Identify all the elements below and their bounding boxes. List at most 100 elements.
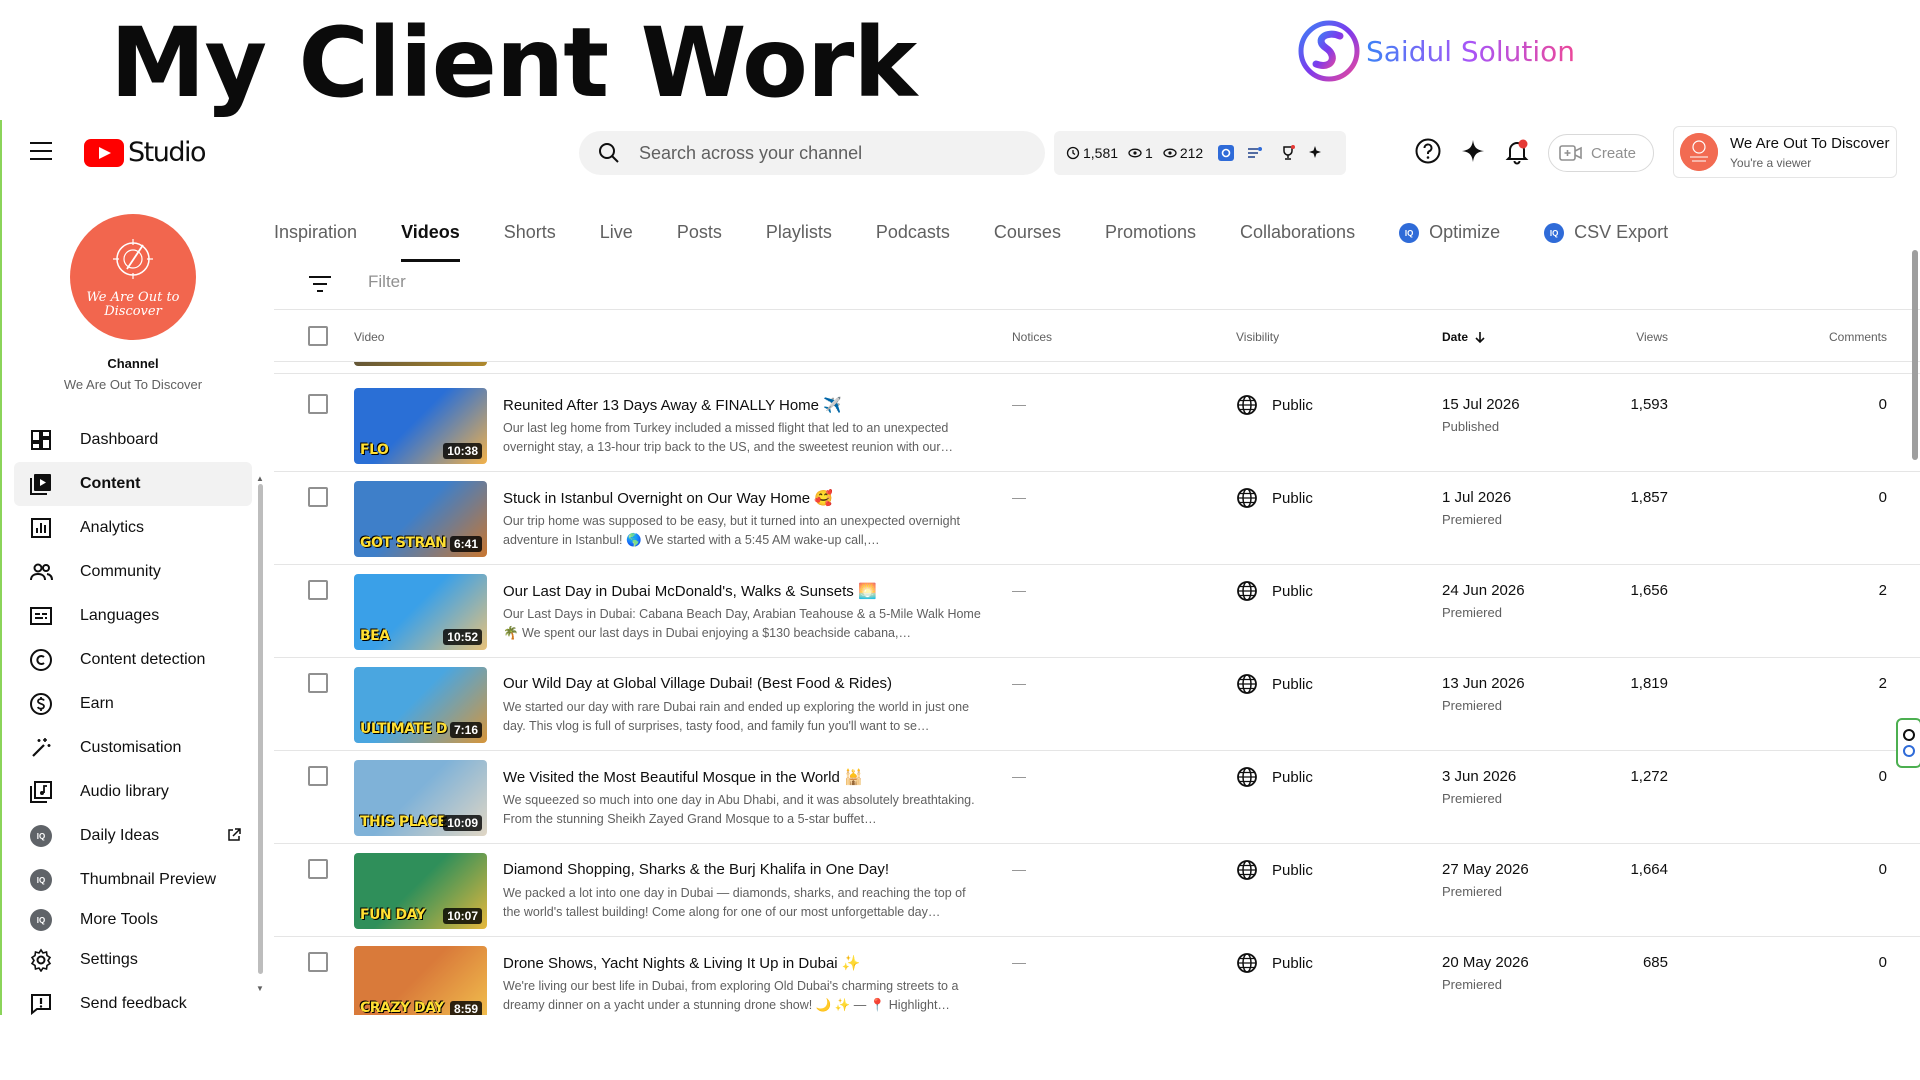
visibility-dropdown[interactable]: Public	[1236, 673, 1313, 695]
video-title[interactable]: Diamond Shopping, Sharks & the Burj Khal…	[503, 861, 889, 878]
filter-icon[interactable]	[308, 274, 332, 294]
row-checkbox[interactable]	[308, 766, 328, 786]
tab-podcasts[interactable]: Podcasts	[876, 216, 950, 262]
sidebar-item-analytics[interactable]: Analytics	[14, 506, 252, 550]
video-description: We squeezed so much into one day in Abu …	[503, 793, 975, 826]
sidebar-item-earn[interactable]: Earn	[14, 682, 252, 726]
tab-promotions[interactable]: Promotions	[1105, 216, 1196, 262]
table-row[interactable]: CRAZY DAY 8:59 Drone Shows, Yacht Nights &…	[274, 938, 1920, 1015]
video-title[interactable]: Our Wild Day at Global Village Dubai! (B…	[503, 675, 892, 692]
visibility-dropdown[interactable]: Public	[1236, 859, 1313, 881]
vidiq-icon[interactable]	[1903, 745, 1915, 757]
visibility-dropdown[interactable]: Public	[1236, 487, 1313, 509]
visibility-dropdown[interactable]: Public	[1236, 580, 1313, 602]
row-checkbox[interactable]	[308, 487, 328, 507]
table-row[interactable]: ULTIMATE D 7:16 Our Wild Day at Global Vil…	[274, 659, 1920, 751]
sidebar-item-community[interactable]: Community	[14, 550, 252, 594]
video-thumbnail[interactable]: BEA 10:52	[354, 574, 487, 650]
sidebar-item-audio-library[interactable]: Audio library	[14, 770, 252, 814]
channel-avatar[interactable]: We Are Out to Discover	[70, 214, 196, 340]
help-icon[interactable]	[1413, 136, 1443, 166]
sidebar-scroll-down[interactable]: ▼	[256, 984, 264, 993]
visibility-label: Public	[1272, 954, 1313, 972]
sparkle-icon[interactable]	[1307, 144, 1325, 162]
video-title[interactable]: Drone Shows, Yacht Nights & Living It Up…	[503, 954, 860, 972]
sidebar-item-daily-ideas[interactable]: IQ Daily Ideas	[14, 814, 252, 858]
gemini-sparkle-icon[interactable]	[1458, 136, 1488, 166]
sidebar-item-label: Settings	[80, 951, 138, 968]
video-title[interactable]: Reunited After 13 Days Away & FINALLY Ho…	[503, 396, 842, 414]
video-thumbnail[interactable]: FLO 10:38	[354, 388, 487, 464]
community-icon	[28, 559, 54, 585]
video-thumbnail[interactable]: ULTIMATE D 7:16	[354, 667, 487, 743]
tab-optimize[interactable]: IQ Optimize	[1399, 216, 1500, 262]
column-date[interactable]: Date	[1442, 330, 1487, 344]
row-checkbox[interactable]	[308, 394, 328, 414]
search-bar[interactable]	[579, 131, 1045, 175]
tab-posts[interactable]: Posts	[677, 216, 722, 262]
external-link-icon	[228, 828, 241, 841]
visibility-dropdown[interactable]: Public	[1236, 766, 1313, 788]
tab-live[interactable]: Live	[600, 216, 633, 262]
tab-shorts[interactable]: Shorts	[504, 216, 556, 262]
sidebar-item-thumbnail-preview[interactable]: IQ Thumbnail Preview	[14, 858, 252, 902]
close-icon[interactable]	[1903, 729, 1915, 741]
video-title[interactable]: Our Last Day in Dubai McDonald's, Walks …	[503, 582, 877, 600]
sidebar-scroll-up[interactable]: ▲	[256, 474, 264, 483]
tab-collaborations[interactable]: Collaborations	[1240, 216, 1355, 262]
table-row[interactable]: FLO 10:38 Reunited After 13 Days Away & FI…	[274, 380, 1920, 472]
tab-inspiration[interactable]: Inspiration	[274, 216, 357, 262]
video-thumbnail[interactable]	[354, 362, 487, 366]
select-all-checkbox[interactable]	[308, 326, 328, 346]
account-switcher[interactable]: We Are Out To Discover You're a viewer	[1673, 126, 1897, 178]
table-row[interactable]: THIS PLACE 10:09 We Visited the Most Beaut…	[274, 752, 1920, 844]
menu-icon[interactable]	[30, 142, 52, 160]
table-row[interactable]: GOT STRAN 6:41 Stuck in Istanbul Overnight…	[274, 473, 1920, 565]
extension-stats-bar: 1,581 1 212	[1054, 131, 1346, 175]
sidebar-item-dashboard[interactable]: Dashboard	[14, 418, 252, 462]
video-thumbnail[interactable]: CRAZY DAY 8:59	[354, 946, 487, 1015]
visibility-label: Public	[1272, 582, 1313, 600]
sidebar-item-languages[interactable]: Languages	[14, 594, 252, 638]
tab-videos[interactable]: Videos	[401, 216, 460, 262]
sidebar-item-content[interactable]: Content	[14, 462, 252, 506]
video-thumbnail[interactable]: GOT STRAN 6:41	[354, 481, 487, 557]
video-thumbnail[interactable]: FUN DAY 10:07	[354, 853, 487, 929]
sidebar-item-send-feedback[interactable]: Send feedback	[14, 982, 252, 1015]
tab-csv-export[interactable]: IQ CSV Export	[1544, 216, 1668, 262]
sidebar-item-settings[interactable]: Settings	[14, 938, 252, 982]
search-input[interactable]	[639, 142, 1019, 164]
video-thumbnail[interactable]: THIS PLACE 10:09	[354, 760, 487, 836]
video-views: 1,593	[1630, 396, 1668, 413]
visibility-dropdown[interactable]: Public	[1236, 394, 1313, 416]
sidebar-scrollbar[interactable]	[258, 484, 263, 974]
table-row[interactable]: BEA 10:52 Our Last Day in Dubai McDonald's…	[274, 566, 1920, 658]
table-row[interactable]	[274, 362, 1920, 374]
row-checkbox[interactable]	[308, 673, 328, 693]
tab-courses[interactable]: Courses	[994, 216, 1061, 262]
visibility-dropdown[interactable]: Public	[1236, 952, 1313, 974]
sidebar-item-more-tools[interactable]: IQ More Tools	[14, 902, 252, 938]
tab-playlists[interactable]: Playlists	[766, 216, 832, 262]
notifications-icon[interactable]	[1502, 136, 1532, 166]
sidebar-item-content-detection[interactable]: Content detection	[14, 638, 252, 682]
filter-input[interactable]	[368, 272, 768, 292]
tab-label: Live	[599, 222, 633, 242]
create-button[interactable]: Create	[1548, 134, 1654, 172]
filter-bar	[274, 258, 1920, 310]
row-checkbox[interactable]	[308, 580, 328, 600]
table-row[interactable]: FUN DAY 10:07 Diamond Shopping, Sharks & t…	[274, 845, 1920, 937]
row-checkbox[interactable]	[308, 859, 328, 879]
row-checkbox[interactable]	[308, 952, 328, 972]
main-scrollbar[interactable]	[1912, 250, 1918, 460]
list-icon[interactable]	[1245, 144, 1263, 162]
video-title[interactable]: We Visited the Most Beautiful Mosque in …	[503, 768, 863, 786]
youtube-studio-logo[interactable]: Studio	[84, 137, 207, 168]
vidiq-icon[interactable]	[1217, 144, 1235, 162]
extension-widget[interactable]	[1896, 718, 1920, 768]
trophy-icon[interactable]	[1279, 144, 1297, 162]
video-views: 1,272	[1630, 768, 1668, 785]
sidebar-item-customisation[interactable]: Customisation	[14, 726, 252, 770]
sidebar-nav: Dashboard Content Analytics Community La…	[14, 418, 252, 1015]
video-title[interactable]: Stuck in Istanbul Overnight on Our Way H…	[503, 489, 833, 507]
